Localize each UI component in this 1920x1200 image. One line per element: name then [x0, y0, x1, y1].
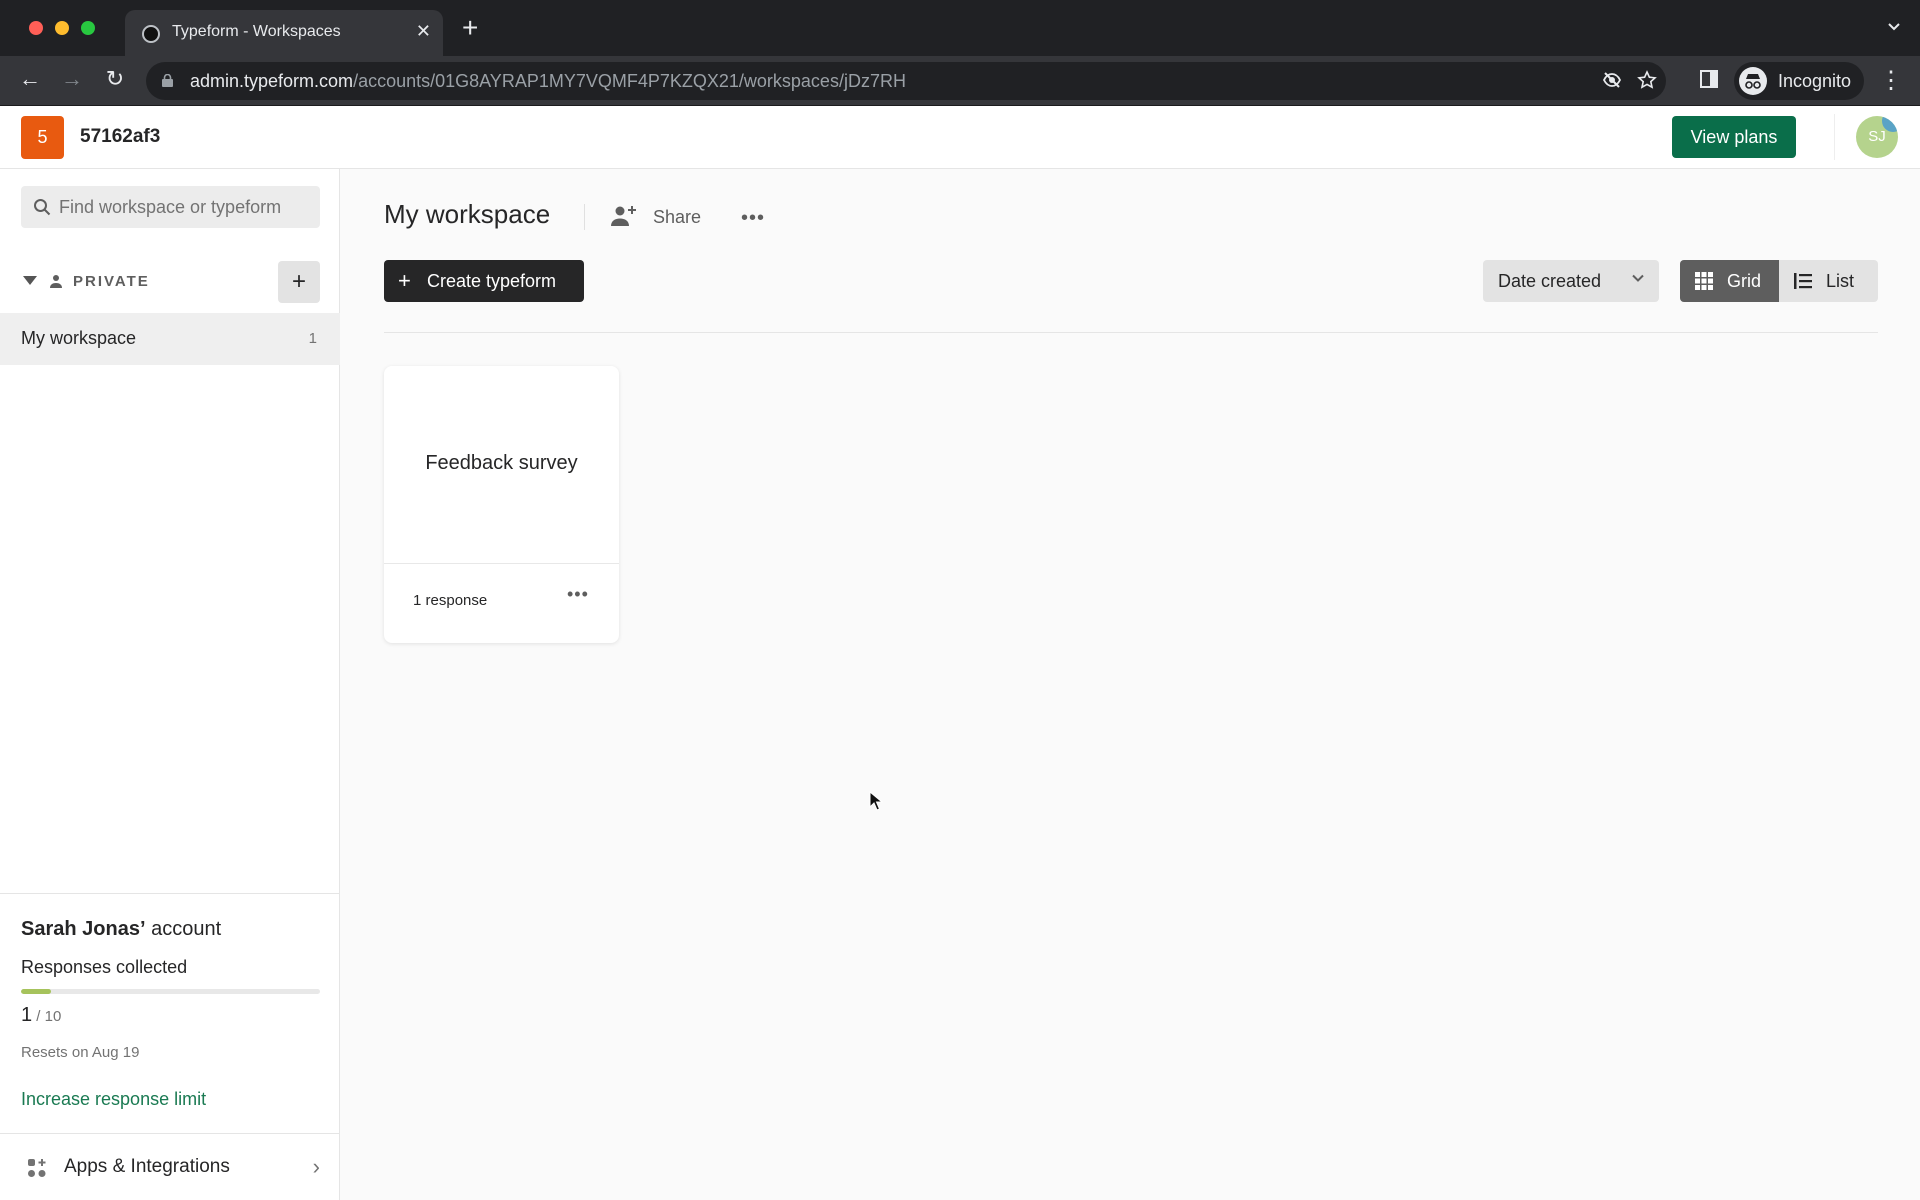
typeform-more-options-button[interactable]: ••• [567, 584, 589, 605]
reset-date: Resets on Aug 19 [21, 1044, 140, 1061]
incognito-label: Incognito [1778, 71, 1852, 91]
responses-progress-fill [21, 989, 51, 994]
reload-button[interactable]: ↻ [101, 66, 129, 92]
forward-button[interactable]: → [58, 66, 86, 92]
private-section-label: PRIVATE [73, 273, 150, 290]
list-view-button[interactable]: List [1779, 260, 1878, 302]
create-typeform-label: Create typeform [427, 271, 557, 291]
page-title[interactable]: My workspace [384, 199, 550, 230]
mouse-cursor-icon [869, 791, 883, 811]
responses-used: 1 [21, 1004, 33, 1026]
person-icon [50, 275, 62, 288]
typeform-response-count[interactable]: 1 response [413, 592, 487, 609]
plus-icon: + [398, 268, 411, 293]
increase-response-limit-link[interactable]: Increase response limit [21, 1089, 206, 1110]
create-typeform-button[interactable]: + Create typeform [384, 260, 584, 302]
sidebar: PRIVATE + My workspace 1 Sarah Jonas’ ac… [0, 169, 340, 1200]
apps-integrations-link[interactable]: Apps & Integrations › [0, 1133, 340, 1200]
sort-selected-value: Date created [1498, 271, 1602, 291]
chevron-down-icon [1632, 274, 1644, 282]
chevron-right-icon: › [312, 1154, 320, 1179]
list-label: List [1826, 271, 1855, 291]
browser-toolbar: ← → ↻ admin.typeform.com/accounts/01G8AY… [0, 56, 1920, 106]
app-header: 5 57162af3 View plans SJ [0, 106, 1920, 169]
url-text[interactable]: admin.typeform.com/accounts/01G8AYRAP1MY… [190, 71, 906, 92]
workspace-more-options-button[interactable]: ••• [740, 205, 766, 231]
share-label: Share [653, 207, 702, 227]
window-maximize-button[interactable] [81, 21, 95, 35]
account-suffix: account [145, 918, 222, 940]
tab-title: Typeform - Workspaces [172, 23, 341, 40]
back-button[interactable]: ← [16, 66, 44, 92]
toolbar-divider [384, 332, 1878, 333]
window-close-button[interactable] [29, 21, 43, 35]
workspace-search[interactable] [21, 186, 320, 228]
account-title: Sarah Jonas’ account [21, 918, 221, 941]
add-person-icon [611, 206, 636, 226]
browser-tab[interactable]: Typeform - Workspaces ✕ [125, 10, 443, 56]
typeform-card-title: Feedback survey [425, 452, 578, 474]
address-bar[interactable]: admin.typeform.com/accounts/01G8AYRAP1MY… [146, 62, 1666, 100]
grid-view-button[interactable]: Grid [1680, 260, 1779, 302]
avatar-initials: SJ [1868, 128, 1886, 145]
typeform-favicon-icon [142, 25, 160, 43]
caret-down-icon[interactable] [23, 276, 37, 285]
window-minimize-button[interactable] [55, 21, 69, 35]
search-icon [34, 199, 51, 216]
org-name[interactable]: 57162af3 [80, 126, 160, 148]
eye-slash-icon[interactable] [1602, 70, 1622, 96]
add-workspace-button[interactable]: + [278, 261, 320, 303]
main-content: My workspace Share ••• + Create typeform… [341, 169, 1920, 1200]
view-toggle: Grid List [1680, 260, 1878, 302]
account-usage-panel: Sarah Jonas’ account Responses collected… [0, 893, 340, 1133]
responses-progress-bar [21, 989, 320, 994]
workspace-search-input[interactable] [59, 186, 314, 228]
header-divider [1834, 114, 1835, 160]
typeform-card[interactable]: Feedback survey 1 response ••• [384, 366, 619, 643]
card-divider [384, 563, 619, 564]
url-path: /accounts/01G8AYRAP1MY7VQMF4P7KZQX21/wor… [353, 71, 906, 91]
apps-integrations-label: Apps & Integrations [64, 1156, 230, 1177]
incognito-icon [1739, 67, 1767, 95]
browser-menu-icon[interactable]: ⋮ [1877, 66, 1905, 95]
grid-label: Grid [1727, 271, 1762, 291]
responses-collected-label: Responses collected [21, 957, 188, 977]
list-icon [1794, 273, 1812, 289]
close-tab-icon[interactable]: ✕ [416, 21, 431, 42]
browser-tab-bar: Typeform - Workspaces ✕ + [0, 0, 1920, 56]
side-panel-icon[interactable] [1695, 68, 1723, 94]
responses-count: 1 / 10 [21, 1004, 61, 1027]
user-avatar[interactable]: SJ [1856, 116, 1898, 158]
apps-grid-plus-icon [28, 1159, 46, 1177]
org-badge[interactable]: 5 [21, 116, 64, 159]
title-divider [584, 204, 585, 230]
url-host: admin.typeform.com [190, 71, 354, 91]
sort-dropdown[interactable]: Date created [1483, 260, 1659, 302]
new-tab-button[interactable]: + [462, 14, 478, 42]
lock-icon [162, 74, 173, 87]
account-owner: Sarah Jonas’ [21, 918, 146, 940]
bookmark-star-icon[interactable] [1637, 70, 1657, 96]
responses-total: / 10 [32, 1008, 62, 1025]
sidebar-item-my-workspace[interactable]: My workspace 1 [0, 313, 340, 365]
view-plans-button[interactable]: View plans [1672, 116, 1796, 158]
tab-search-chevron-icon[interactable] [1886, 18, 1902, 39]
workspace-name: My workspace [21, 328, 137, 348]
incognito-profile-button[interactable]: Incognito [1734, 62, 1864, 100]
workspace-count: 1 [308, 330, 317, 347]
grid-icon [1695, 272, 1713, 290]
